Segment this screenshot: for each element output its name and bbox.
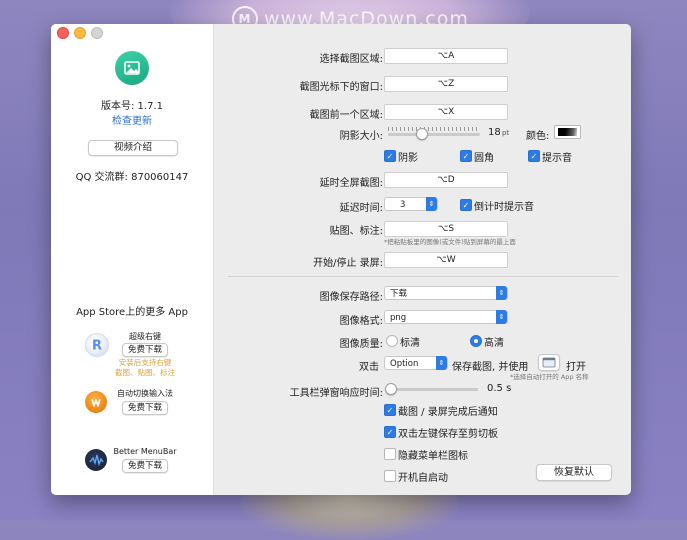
save-path-label: 图像保存路径: [319,292,383,303]
shadow-size-value: 18 [488,127,501,138]
launch-at-login-checkbox[interactable] [384,470,396,482]
countdown-sound-checkbox[interactable]: ✓ [460,199,472,211]
zoom-button[interactable] [91,27,103,39]
app-window-icon [542,357,556,368]
delay-time-value: 3 [400,200,406,210]
choose-app-button[interactable] [538,354,560,371]
image-format-label: 图像格式: [339,316,383,327]
image-format-select[interactable]: png ⇕ [384,310,508,324]
quality-hd-radio[interactable] [470,335,482,347]
delay-time-select[interactable]: 3 ⇕ [384,197,438,211]
shadow-color-well[interactable] [554,125,581,139]
app-window: 版本号: 1.7.1 检查更新 视频介绍 QQ 交流群: 870060147 A… [51,24,631,495]
shadow-size-slider-knob[interactable] [416,128,429,140]
settings-panel: 选择截图区域: ⌥A 截图光标下的窗口: ⌥Z 截图前一个区域: ⌥X 阴影大小… [214,24,631,495]
toolbar-delay-label: 工具栏弹窗响应时间: [289,388,383,399]
restore-defaults-button[interactable]: 恢复默认 [536,464,612,481]
pin-annotate-note: *把粘贴板里的图像(或文件)贴到屏幕的最上面 [384,238,516,246]
qq-group-label: QQ 交流群: 870060147 [75,172,189,183]
version-label: 版本号: 1.7.1 [101,101,163,112]
clipboard-checkbox-label: 双击左键保存至剪切板 [398,429,498,440]
hide-menubar-checkbox[interactable] [384,448,396,460]
minimize-button[interactable] [74,27,86,39]
save-path-value: 下载 [390,289,408,299]
free-download-button[interactable]: 免费下载 [122,459,168,473]
window-shortcut-field[interactable]: ⌥Z [384,76,508,92]
shadow-checkbox-label: 阴影 [398,153,418,164]
shadow-size-unit: pt [502,129,510,137]
select-area-label: 选择截图区域: [319,54,383,65]
notify-checkbox-label: 截图 / 录屏完成后通知 [398,407,498,418]
record-shortcut-field[interactable]: ⌥W [384,252,508,268]
delay-fullscreen-label: 延时全屏截图: [319,178,383,189]
rounded-corner-checkbox-label: 圆角 [474,153,494,164]
save-path-select[interactable]: 下载 ⇕ [384,286,508,300]
quality-sd-radio[interactable] [386,335,398,347]
promo-app-name: 超级右键 [129,332,161,341]
rounded-corner-checkbox[interactable]: ✓ [460,150,472,162]
promo-subtitle-line-1: 安装后支持右键 [118,358,172,367]
sound-checkbox[interactable]: ✓ [528,150,540,162]
launch-at-login-checkbox-label: 开机自启动 [398,473,448,484]
promo-app-name: 自动切换输入法 [117,389,173,398]
more-apps-heading: App Store上的更多 App [76,307,188,318]
pin-annotate-shortcut-field[interactable]: ⌥S [384,221,508,237]
previous-area-shortcut-field[interactable]: ⌥X [384,104,508,120]
promo-subtitle-line-2: 截图、贴图、标注 [115,368,175,377]
notify-checkbox[interactable]: ✓ [384,404,396,416]
toolbar-delay-value: 0.5 s [487,383,512,394]
double-click-modifier-value: Option [390,359,419,369]
chevron-updown-icon: ⇕ [436,356,447,370]
color-swatch [558,128,577,136]
chevron-updown-icon: ⇕ [496,310,507,324]
double-click-modifier-select[interactable]: Option ⇕ [384,356,448,370]
quality-sd-label: 标清 [400,338,420,349]
window-under-cursor-label: 截图光标下的窗口: [299,82,383,93]
image-format-value: png [390,313,407,323]
window-controls [57,27,103,39]
quality-hd-label: 高清 [484,338,504,349]
image-icon [124,61,140,75]
sidebar: 版本号: 1.7.1 检查更新 视频介绍 QQ 交流群: 870060147 A… [51,24,214,495]
select-area-shortcut-field[interactable]: ⌥A [384,48,508,64]
toolbar-delay-slider-knob[interactable] [385,383,397,395]
clipboard-checkbox[interactable]: ✓ [384,426,396,438]
section-divider [228,276,618,277]
quality-label: 图像质量: [339,339,383,350]
close-button[interactable] [57,27,69,39]
shadow-size-label: 阴影大小: [339,131,383,142]
previous-area-label: 截图前一个区域: [309,110,383,121]
pin-annotate-label: 贴图、标注: [329,226,383,237]
check-update-link[interactable]: 检查更新 [51,112,213,127]
delay-fullscreen-shortcut-field[interactable]: ⌥D [384,172,508,188]
shadow-checkbox[interactable]: ✓ [384,150,396,162]
shadow-size-slider[interactable] [388,133,480,136]
hide-menubar-checkbox-label: 隐藏菜单栏图标 [398,451,468,462]
toolbar-delay-slider[interactable] [390,388,478,391]
delay-time-label: 延迟时间: [339,203,383,214]
video-intro-button[interactable]: 视频介绍 [88,140,178,156]
countdown-sound-label: 倒计时提示音 [474,202,534,213]
sound-checkbox-label: 提示音 [542,153,572,164]
double-click-note: *选择自动打开的 App 名称 [510,373,589,381]
chevron-updown-icon: ⇕ [496,286,507,300]
shadow-slider-ticks [388,127,480,131]
free-download-button[interactable]: 免费下载 [122,401,168,415]
free-download-button[interactable]: 免费下载 [122,343,168,357]
promo-app-name: Better MenuBar [113,447,177,456]
record-label: 开始/停止 录屏: [313,258,383,269]
app-icon [115,51,149,85]
double-click-label: 双击 [359,362,379,373]
stepper-arrows-icon: ⇕ [426,197,437,211]
color-label: 颜色: [526,131,550,142]
